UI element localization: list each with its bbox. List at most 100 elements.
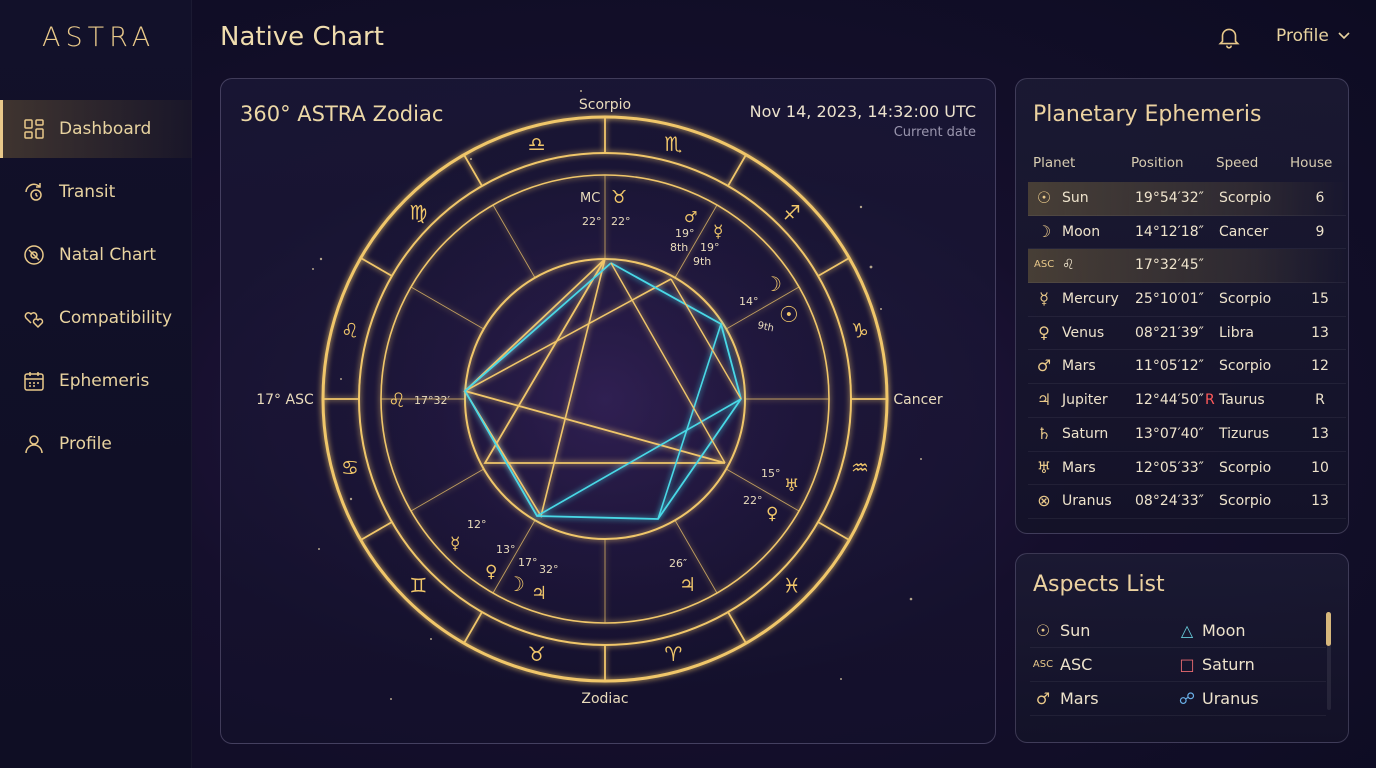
table-row[interactable]: ☽ Moon 14°12′18″ Cancer 9 (1028, 216, 1346, 250)
ephemeris-table: ☉ Sun 19°54′32″ Scorpio 6 ☽ Moon 14°12′18″ Cance… (1028, 182, 1346, 519)
planet-name: Sun (1062, 190, 1089, 206)
planet-house: R (1315, 392, 1325, 409)
sidebar-item-natal-chart[interactable]: Natal Chart (0, 226, 192, 284)
col-house: House (1290, 155, 1333, 171)
sidebar-item-label: Ephemeris (59, 371, 150, 391)
table-row[interactable]: ASC ♌ 17°32′45″ (1028, 249, 1346, 284)
table-row[interactable]: ⊗ Uranus 08°24′33″ Scorpio 13 (1028, 485, 1346, 519)
jupiter-glyph: ♃ (679, 574, 696, 596)
ephemeris-header: Planet Position Speed House (1033, 155, 1343, 173)
sidebar-item-dashboard[interactable]: Dashboard (0, 100, 192, 158)
profile-menu[interactable]: Profile (1276, 26, 1350, 46)
col-planet: Planet (1033, 155, 1076, 171)
planet-house: 15 (1311, 291, 1329, 308)
table-row[interactable]: ♀ Venus 08°21′39″ Libra 13 (1028, 317, 1346, 351)
leo-glyph: ♌ (388, 388, 406, 412)
planet-position: 17°32′45″ (1135, 257, 1204, 274)
planet-speed: Cancer (1219, 223, 1269, 240)
aspects-list: ☉ Sun △ Moon ASC ASC □ Saturn ♂ Mars ☍ Uranus (1030, 614, 1326, 716)
table-row[interactable]: ☿ Mercury 25°10′01″ Scorpio 15 (1028, 283, 1346, 317)
deg-label: 22° (743, 494, 763, 507)
chart-date: Nov 14, 2023, 14:32:00 UTC (749, 102, 976, 121)
zodiac-glyph: ♍ (409, 200, 427, 224)
aspect-symbol-icon: △ (1180, 621, 1194, 640)
uranus-glyph: ♅ (784, 476, 799, 496)
planet-position: 08°21′39″ (1135, 324, 1204, 341)
sidebar-item-label: Compatibility (59, 308, 173, 328)
planet-position: 14°12′18″ (1135, 223, 1204, 240)
planet-speed: Taurus (1219, 392, 1265, 409)
planet-house: 6 (1315, 190, 1325, 206)
mars-glyph: ♂ (684, 208, 697, 226)
list-item[interactable]: ♂ Mars ☍ Uranus (1030, 682, 1326, 716)
user-icon (22, 432, 46, 456)
zodiac-glyph: ♉ (528, 642, 546, 666)
planet-house: 13 (1311, 493, 1329, 510)
planet-name: ♌ (1062, 257, 1075, 274)
planet-house: 9 (1315, 223, 1325, 240)
deg-label: 19° (700, 241, 720, 254)
hearts-icon (22, 306, 46, 330)
deg-label: 12° (467, 518, 487, 531)
table-row[interactable]: ♄ Saturn 13°07′40″ Tizurus 13 (1028, 418, 1346, 452)
planet-house: 13 (1311, 425, 1329, 442)
planet-glyph-icon: ☽ (1036, 221, 1052, 241)
mc-label: MC (580, 191, 600, 206)
chevron-down-icon (1338, 32, 1350, 40)
planet-position: 13°07′40″ (1135, 425, 1204, 442)
planet-speed: Scorpio (1219, 459, 1272, 476)
planet-position: 11°05′12″ (1135, 358, 1204, 375)
aspect-symbol-icon: □ (1179, 655, 1195, 674)
planet-name: Uranus (1062, 493, 1112, 510)
sidebar-item-profile[interactable]: Profile (0, 415, 192, 473)
aspect-body-2: Saturn (1202, 655, 1255, 674)
aspect-symbol-icon: ☍ (1178, 689, 1196, 708)
deg-label: 17°32′ (414, 394, 450, 407)
table-row[interactable]: ♂ Mars 11°05′12″ Scorpio 12 (1028, 350, 1346, 385)
planet-name: Saturn (1062, 425, 1109, 442)
planet-position: 12°05′33″ (1135, 459, 1204, 476)
scrollbar-thumb[interactable] (1326, 612, 1331, 646)
app-logo: ASTRA (42, 22, 156, 53)
zodiac-glyph: ♓ (783, 574, 801, 598)
planet-speed: Libra (1219, 324, 1254, 341)
deg-label: 19° (675, 227, 695, 240)
table-row[interactable]: ☉ Sun 19°54′32″ Scorpio 6 (1028, 182, 1346, 216)
sidebar-nav: Dashboard Transit Natal Chart Compatibil… (0, 100, 192, 478)
transit-icon (22, 180, 46, 204)
list-item[interactable]: ☉ Sun △ Moon (1030, 614, 1326, 648)
planet-glyph-icon: ♃ (1036, 390, 1052, 410)
sidebar-item-ephemeris[interactable]: Ephemeris (0, 352, 192, 410)
planet-glyph-icon: ♅ (1036, 457, 1052, 477)
aspect-glyph-icon: ☉ (1035, 621, 1051, 640)
mercury-glyph: ☿ (713, 222, 723, 242)
planet-name: Mars (1062, 358, 1096, 375)
planet-name: Mars (1062, 459, 1096, 476)
aspect-body-1: Sun (1060, 621, 1091, 640)
zodiac-glyph: ♊ (409, 574, 427, 598)
planet-glyph-icon: ⊗ (1037, 491, 1051, 511)
house-label: 9th (693, 255, 711, 268)
planet-glyph-icon: ♄ (1036, 423, 1052, 443)
house-label: 8th (670, 241, 688, 254)
deg-label: 22° (582, 215, 602, 228)
sidebar-item-compatibility[interactable]: Compatibility (0, 289, 192, 347)
zodiac-glyph: ♒ (851, 455, 869, 479)
aspect-body-2: Uranus (1202, 689, 1259, 708)
table-row[interactable]: ♃ Jupiter 12°44′50″ R Taurus R (1028, 384, 1346, 418)
deg-label: 14° (739, 295, 759, 308)
planet-glyph-icon: ♀ (1038, 322, 1050, 342)
aspect-body-2: Moon (1202, 621, 1246, 640)
natal-wheel[interactable]: Scorpio Zodiac 17° ASC Cancer ♎ ♍ ♌ ♋ ♊ ♉ ♈ ♓ ♒ ♑… (221, 79, 997, 745)
list-item[interactable]: ASC ASC □ Saturn (1030, 648, 1326, 682)
planet-position: 19°54′32″ (1135, 190, 1204, 206)
sidebar-item-transit[interactable]: Transit (0, 163, 192, 221)
table-row[interactable]: ♅ Mars 12°05′33″ Scorpio 10 (1028, 452, 1346, 486)
zodiac-glyph: ♎ (528, 132, 546, 156)
ephemeris-panel: Planetary Ephemeris Planet Position Spee… (1015, 78, 1349, 534)
planet-house: 12 (1311, 358, 1329, 375)
mercury-glyph: ☿ (450, 534, 460, 554)
bell-icon[interactable] (1216, 24, 1242, 50)
sidebar: ASTRA Dashboard Transit Natal Chart Comp… (0, 0, 192, 768)
aspect-body-1: ASC (1060, 655, 1093, 674)
